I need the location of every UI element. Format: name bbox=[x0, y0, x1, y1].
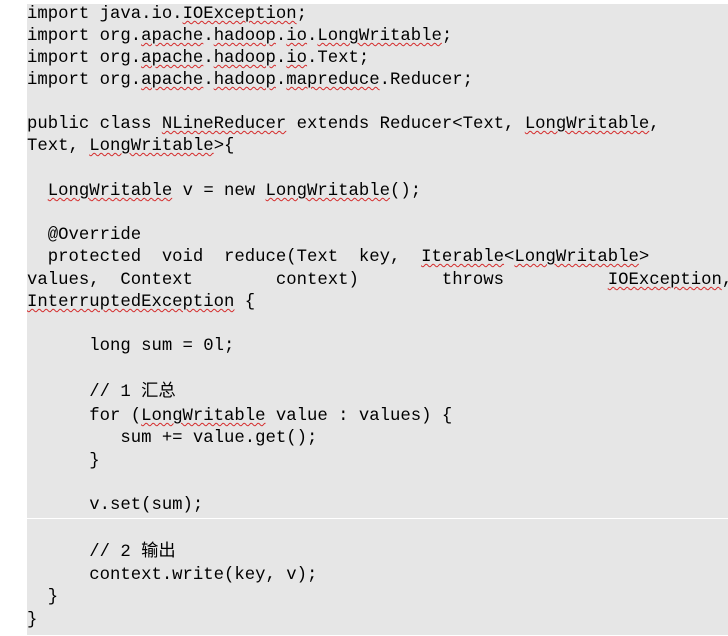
code-line-method-signature: protected void reduce(Text key, Iterable… bbox=[27, 248, 650, 267]
section-divider bbox=[27, 518, 728, 519]
code-line-sum-init: long sum = 0l; bbox=[27, 337, 235, 356]
code-line-method-signature-cont: values, Context context) throws IOExcept… bbox=[27, 271, 728, 290]
code-line-class-declaration: public class NLineReducer extends Reduce… bbox=[27, 115, 660, 134]
code-line-method-close: } bbox=[27, 588, 59, 607]
code-line-field-declaration: LongWritable v = new LongWritable(); bbox=[47, 182, 422, 201]
code-line-comment-summary: // 1 汇总 bbox=[27, 383, 176, 402]
code-line-import-reducer: import org.apache.hadoop.mapreduce.Reduc… bbox=[27, 71, 473, 90]
code-line-context-write: context.write(key, v); bbox=[27, 566, 318, 585]
code-line-sum-accumulate: sum += value.get(); bbox=[27, 429, 318, 448]
code-block-background bbox=[27, 4, 728, 635]
code-line-for-loop-close: } bbox=[27, 452, 100, 471]
code-line-comment-output: // 2 输出 bbox=[27, 543, 176, 562]
code-line-import-ioexception: import java.io.IOException; bbox=[27, 5, 308, 24]
code-line-import-text: import org.apache.hadoop.io.Text; bbox=[27, 49, 370, 68]
code-line-method-signature-end: InterruptedException { bbox=[27, 293, 256, 312]
code-line-set-value: v.set(sum); bbox=[27, 496, 204, 515]
page-corner-mark bbox=[0, 0, 27, 4]
code-line-class-close: } bbox=[27, 611, 38, 630]
code-line-for-loop: for (LongWritable value : values) { bbox=[27, 407, 453, 426]
code-line-import-longwritable: import org.apache.hadoop.io.LongWritable… bbox=[27, 27, 453, 46]
code-line-class-declaration-cont: Text, LongWritable>{ bbox=[27, 137, 235, 156]
code-line-override-annotation: @Override bbox=[27, 226, 142, 245]
